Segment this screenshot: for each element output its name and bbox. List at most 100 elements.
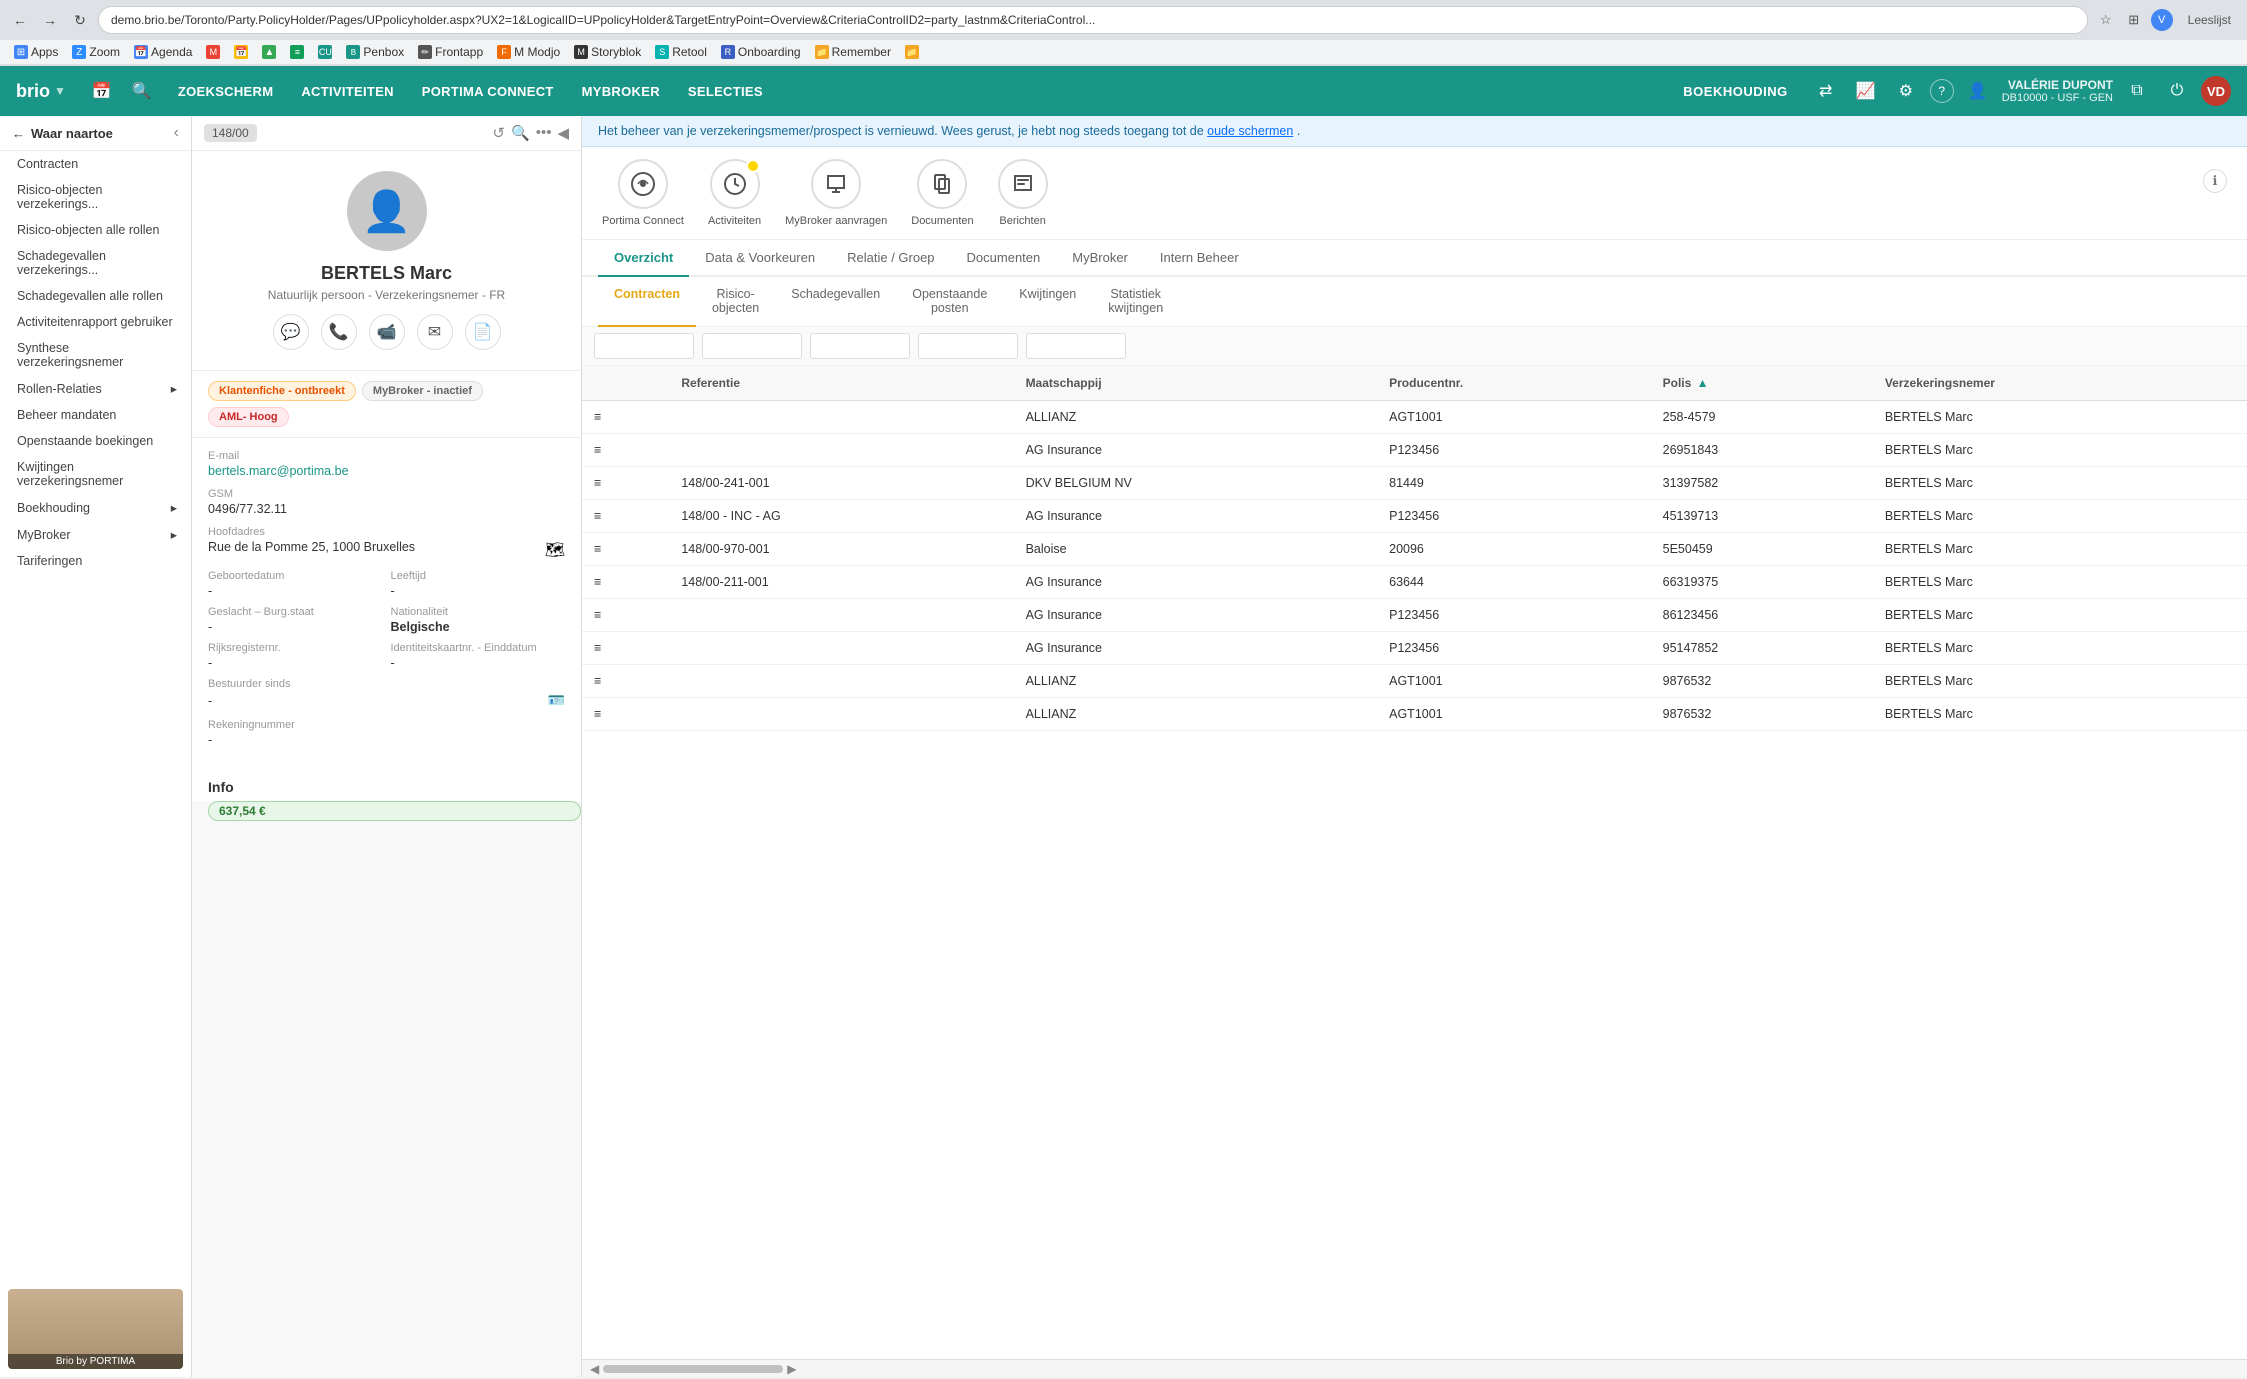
bookmark-onboarding[interactable]: 📁 Remember <box>809 43 897 61</box>
sidebar-item-activiteitenrapport[interactable]: Activiteitenrapport gebruiker <box>0 309 191 335</box>
th-maatschappij[interactable]: Maatschappij <box>1014 366 1378 401</box>
aml-badge[interactable]: AML- Hoog <box>208 407 289 427</box>
content-tab-schadegevallen[interactable]: Schadegevallen <box>775 277 896 327</box>
content-tab-openstaande-posten[interactable]: Openstaandeposten <box>896 277 1003 327</box>
sidebar-item-risico-vn[interactable]: Risico-objecten verzekerings... <box>0 177 191 217</box>
tab-relatie-groep[interactable]: Relatie / Groep <box>831 240 950 277</box>
th-verzekeringsnemer[interactable]: Verzekeringsnemer <box>1873 366 2247 401</box>
content-tab-kwijtingen[interactable]: Kwijtingen <box>1003 277 1092 327</box>
bookmark-gmail[interactable]: M <box>200 43 226 61</box>
leeslijst-button[interactable]: Leeslijst <box>2180 8 2239 32</box>
sidebar-item-schadegevallen-alle[interactable]: Schadegevallen alle rollen <box>0 283 191 309</box>
bookmark-retool[interactable]: R Onboarding <box>715 43 807 61</box>
star-button[interactable]: ☆ <box>2094 8 2118 32</box>
calendar-icon-btn[interactable]: 📅 <box>86 75 118 107</box>
phone-action-button[interactable]: 📞 <box>321 314 357 350</box>
power-icon-btn[interactable]: ⏻ <box>2161 75 2193 107</box>
sidebar-item-risico-alle[interactable]: Risico-objecten alle rollen <box>0 217 191 243</box>
sidebar-item-mybroker[interactable]: MyBroker ▸ <box>0 521 191 548</box>
sidebar-item-openstaande-boekingen[interactable]: Openstaande boekingen <box>0 428 191 454</box>
info-button[interactable]: ℹ <box>2203 169 2227 193</box>
sidebar-item-tariferingen[interactable]: Tariferingen <box>0 548 191 574</box>
bookmark-frontapp[interactable]: F M Modjo <box>491 43 566 61</box>
sidebar-item-beheer-mandaten[interactable]: Beheer mandaten <box>0 402 191 428</box>
search-icon-btn[interactable]: 🔍 <box>126 75 158 107</box>
row-menu-icon[interactable]: ≡ <box>582 401 669 434</box>
documenten-item[interactable]: Documenten <box>911 159 973 227</box>
bookmark-zoom[interactable]: Z Zoom <box>66 43 126 61</box>
sidebar-item-rollen-relaties[interactable]: Rollen-Relaties ▸ <box>0 375 191 402</box>
mybroker-aanvragen-item[interactable]: MyBroker aanvragen <box>785 159 887 227</box>
refresh-button[interactable]: ↻ <box>68 8 92 32</box>
chart-icon-btn[interactable]: 📈 <box>1850 75 1882 107</box>
refresh-record-icon[interactable]: ↺ <box>492 124 505 142</box>
bookmark-sheets[interactable]: ≡ <box>284 43 310 61</box>
chat-action-button[interactable]: 💬 <box>273 314 309 350</box>
th-referentie[interactable]: Referentie <box>669 366 1013 401</box>
sidebar-item-contracten[interactable]: Contracten <box>0 151 191 177</box>
th-polis[interactable]: Polis ▲ <box>1651 366 1873 401</box>
content-tab-statistiek-kwijtingen[interactable]: Statistiekkwijtingen <box>1092 277 1179 327</box>
boekhouding-button[interactable]: BOEKHOUDING <box>1669 78 1801 105</box>
row-menu-icon[interactable]: ≡ <box>582 665 669 698</box>
portima-connect-item[interactable]: Portima Connect <box>602 159 684 227</box>
row-menu-icon[interactable]: ≡ <box>582 434 669 467</box>
document-action-button[interactable]: 📄 <box>465 314 501 350</box>
tab-intern-beheer[interactable]: Intern Beheer <box>1144 240 1255 277</box>
email-action-button[interactable]: ✉ <box>417 314 453 350</box>
filter-vn[interactable] <box>1026 333 1126 359</box>
map-icon[interactable]: 🗺 <box>545 540 565 560</box>
filter-referentie[interactable] <box>594 333 694 359</box>
activiteiten-item[interactable]: Activiteiten <box>708 159 761 227</box>
bookmark-modjo[interactable]: M Storyblok <box>568 43 647 61</box>
sidebar-item-synthese[interactable]: Synthese verzekeringsnemer <box>0 335 191 375</box>
email-value[interactable]: bertels.marc@portima.be <box>208 464 565 478</box>
sidebar-item-schadegevallen-vn[interactable]: Schadegevallen verzekerings... <box>0 243 191 283</box>
content-tab-contracten[interactable]: Contracten <box>598 277 696 327</box>
nav-activiteiten[interactable]: ACTIVITEITEN <box>289 78 405 105</box>
search-record-icon[interactable]: 🔍 <box>511 124 530 142</box>
content-tab-risico-objecten[interactable]: Risico-objecten <box>696 277 775 327</box>
bookmark-drive[interactable]: ▲ <box>256 43 282 61</box>
copy-icon-btn[interactable]: ⧉ <box>2121 75 2153 107</box>
nav-zoekscherm[interactable]: ZOEKSCHERM <box>166 78 285 105</box>
bookmark-agenda[interactable]: 📅 Agenda <box>128 43 198 61</box>
more-options-icon[interactable]: ••• <box>536 124 552 142</box>
forward-button[interactable]: → <box>38 8 62 32</box>
transfer-icon-btn[interactable]: ⇄ <box>1810 75 1842 107</box>
berichten-item[interactable]: Berichten <box>998 159 1048 227</box>
avatar[interactable]: VD <box>2201 76 2231 106</box>
tab-data-voorkeuren[interactable]: Data & Voorkeuren <box>689 240 831 277</box>
nav-mybroker[interactable]: MYBROKER <box>570 78 672 105</box>
bookmark-penbox[interactable]: ✏ Frontapp <box>412 43 489 61</box>
collapse-middle-icon[interactable]: ◀ <box>557 124 569 142</box>
klantenfiche-badge[interactable]: Klantenfiche - ontbreekt <box>208 381 356 401</box>
scroll-left-icon[interactable]: ◀ <box>590 1362 599 1376</box>
video-action-button[interactable]: 📹 <box>369 314 405 350</box>
sidebar-collapse-icon[interactable]: ‹ <box>174 124 179 142</box>
nav-selecties[interactable]: SELECTIES <box>676 78 775 105</box>
filter-polis[interactable] <box>918 333 1018 359</box>
old-screens-link[interactable]: oude schermen <box>1207 124 1293 138</box>
row-menu-icon[interactable]: ≡ <box>582 698 669 731</box>
tab-overzicht[interactable]: Overzicht <box>598 240 689 277</box>
logo-dropdown-icon[interactable]: ▼ <box>54 84 66 98</box>
profile-button[interactable]: V <box>2150 8 2174 32</box>
bookmark-remember[interactable]: 📁 <box>899 43 928 61</box>
sidebar-item-boekhouding[interactable]: Boekhouding ▸ <box>0 494 191 521</box>
bookmark-calendar[interactable]: 📅 <box>228 43 254 61</box>
table-scrollbar[interactable] <box>603 1365 783 1373</box>
row-menu-icon[interactable]: ≡ <box>582 533 669 566</box>
row-menu-icon[interactable]: ≡ <box>582 632 669 665</box>
tab-mybroker[interactable]: MyBroker <box>1056 240 1144 277</box>
th-producentnr[interactable]: Producentnr. <box>1377 366 1651 401</box>
nav-portima-connect[interactable]: PORTIMA CONNECT <box>410 78 566 105</box>
bookmark-storyblok[interactable]: S Retool <box>649 43 713 61</box>
row-menu-icon[interactable]: ≡ <box>582 566 669 599</box>
bookmark-apps[interactable]: ⊞ Apps <box>8 43 64 61</box>
tab-documenten[interactable]: Documenten <box>951 240 1057 277</box>
help-icon-btn[interactable]: ? <box>1930 79 1954 103</box>
row-menu-icon[interactable]: ≡ <box>582 467 669 500</box>
bookmark-cu[interactable]: CU <box>312 43 338 61</box>
row-menu-icon[interactable]: ≡ <box>582 500 669 533</box>
